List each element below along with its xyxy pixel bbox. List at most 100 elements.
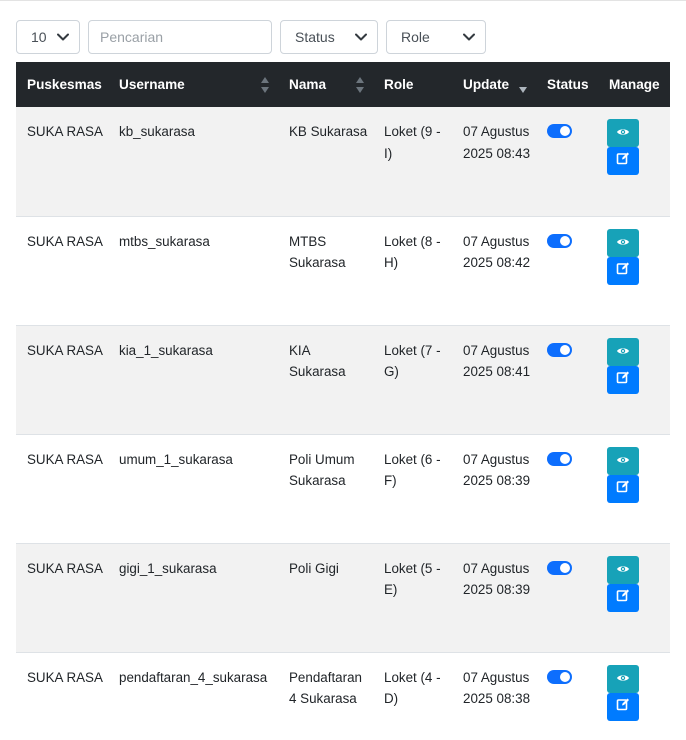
- edit-icon: [616, 260, 630, 282]
- header-label: Status: [547, 77, 589, 92]
- table-header-row: Puskesmas Username Nama Role Update Stat…: [16, 62, 670, 107]
- edit-button[interactable]: [607, 474, 639, 503]
- view-button[interactable]: [607, 119, 639, 147]
- table-row: SUKA RASA mtbs_sukarasa MTBS Sukarasa Lo…: [16, 215, 670, 325]
- eye-icon: [616, 232, 630, 254]
- cell-status: [536, 433, 598, 543]
- cell-role: Loket (4 - D): [373, 651, 452, 740]
- cell-username: kia_1_sukarasa: [108, 324, 278, 434]
- table-row: SUKA RASA kia_1_sukarasa KIA Sukarasa Lo…: [16, 324, 670, 434]
- cell-puskesmas: SUKA RASA: [16, 542, 108, 652]
- cell-role: Loket (9 - I): [384, 124, 441, 161]
- header-label: Nama: [289, 77, 327, 92]
- cell-status: [536, 215, 598, 325]
- cell-puskesmas: SUKA RASA: [16, 433, 108, 543]
- cell-role: Loket (8 - H): [373, 215, 452, 325]
- view-button[interactable]: [607, 664, 639, 693]
- column-header-puskesmas[interactable]: Puskesmas: [16, 62, 108, 107]
- cell-update: 07 Agustus 2025 08:42: [452, 215, 536, 325]
- toggle-knob: [560, 235, 570, 246]
- toggle-knob: [560, 671, 570, 682]
- cell-manage: [598, 433, 670, 543]
- header-label: Puskesmas: [27, 77, 102, 92]
- cell-username: mtbs_sukarasa: [108, 215, 278, 325]
- toggle-knob: [560, 453, 570, 464]
- table-row: SUKA RASA gigi_1_sukarasa Poli Gigi Loke…: [16, 542, 670, 652]
- edit-button[interactable]: [607, 692, 639, 721]
- status-toggle[interactable]: [547, 342, 572, 357]
- cell-update: 07 Agustus 2025 08:38: [452, 651, 536, 740]
- cell-puskesmas: SUKA RASA: [16, 215, 108, 325]
- cell-status: [536, 651, 598, 740]
- search-input[interactable]: Pencarian: [88, 20, 272, 54]
- status-toggle[interactable]: [547, 451, 572, 466]
- cell-status: [536, 107, 598, 216]
- header-label: Username: [119, 77, 185, 92]
- eye-icon: [616, 122, 630, 144]
- status-toggle[interactable]: [547, 233, 572, 248]
- edit-icon: [616, 478, 630, 500]
- search-placeholder: Pencarian: [100, 29, 164, 45]
- edit-button[interactable]: [607, 365, 639, 394]
- chevron-down-icon: [462, 30, 476, 44]
- toggle-knob: [560, 344, 570, 355]
- view-button[interactable]: [607, 446, 639, 475]
- cell-puskesmas: SUKA RASA: [27, 124, 103, 139]
- column-header-update[interactable]: Update: [452, 62, 536, 107]
- header-label: Update: [463, 77, 510, 92]
- page-length-value: 10: [31, 29, 47, 45]
- view-button[interactable]: [607, 337, 639, 366]
- cell-manage: [598, 651, 670, 740]
- cell-manage: [598, 215, 670, 325]
- user-management-page: 10 Pencarian Status Role Puskesmas Usern…: [0, 0, 686, 740]
- cell-username: kb_sukarasa: [119, 124, 195, 139]
- cell-nama: Poli Umum Sukarasa: [278, 433, 373, 543]
- status-toggle[interactable]: [547, 124, 572, 138]
- view-button[interactable]: [607, 555, 639, 584]
- view-button[interactable]: [607, 228, 639, 257]
- cell-puskesmas: SUKA RASA: [16, 651, 108, 740]
- cell-nama: Pendaftaran 4 Sukarasa: [278, 651, 373, 740]
- sort-desc-icon: [518, 76, 528, 94]
- table-row: SUKA RASA kb_sukarasa KB Sukarasa Loket …: [16, 107, 670, 216]
- cell-update: 07 Agustus 2025 08:41: [452, 324, 536, 434]
- cell-manage: [598, 107, 670, 216]
- eye-icon: [616, 668, 630, 690]
- table-row: SUKA RASA umum_1_sukarasa Poli Umum Suka…: [16, 433, 670, 543]
- table-body: SUKA RASA kb_sukarasa KB Sukarasa Loket …: [16, 107, 670, 740]
- edit-icon: [616, 369, 630, 391]
- sort-icon: [260, 76, 270, 94]
- edit-button[interactable]: [607, 256, 639, 285]
- eye-icon: [616, 450, 630, 472]
- cell-nama: KIA Sukarasa: [278, 324, 373, 434]
- cell-manage: [598, 324, 670, 434]
- cell-manage: [598, 542, 670, 652]
- cell-role: Loket (6 - F): [373, 433, 452, 543]
- edit-icon: [616, 150, 630, 172]
- status-toggle[interactable]: [547, 560, 572, 575]
- eye-icon: [616, 341, 630, 363]
- cell-puskesmas: SUKA RASA: [16, 324, 108, 434]
- header-label: Manage: [609, 77, 660, 92]
- chevron-down-icon: [56, 30, 70, 44]
- page-length-select[interactable]: 10: [16, 20, 80, 54]
- edit-button[interactable]: [607, 583, 639, 612]
- role-filter-select[interactable]: Role: [386, 20, 486, 54]
- cell-nama: Poli Gigi: [278, 542, 373, 652]
- table-row: SUKA RASA pendaftaran_4_sukarasa Pendaft…: [16, 651, 670, 740]
- edit-button[interactable]: [607, 147, 639, 175]
- eye-icon: [616, 559, 630, 581]
- column-header-status[interactable]: Status: [536, 62, 598, 107]
- users-table: Puskesmas Username Nama Role Update Stat…: [16, 62, 670, 740]
- status-filter-select[interactable]: Status: [280, 20, 378, 54]
- toggle-knob: [560, 126, 570, 136]
- cell-role: Loket (7 - G): [373, 324, 452, 434]
- cell-update: 07 Agustus 2025 08:39: [452, 542, 536, 652]
- cell-username: gigi_1_sukarasa: [108, 542, 278, 652]
- column-header-role[interactable]: Role: [373, 62, 452, 107]
- cell-update: 07 Agustus 2025 08:43: [463, 124, 531, 161]
- cell-username: umum_1_sukarasa: [108, 433, 278, 543]
- column-header-username[interactable]: Username: [108, 62, 278, 107]
- status-toggle[interactable]: [547, 669, 572, 684]
- column-header-nama[interactable]: Nama: [278, 62, 373, 107]
